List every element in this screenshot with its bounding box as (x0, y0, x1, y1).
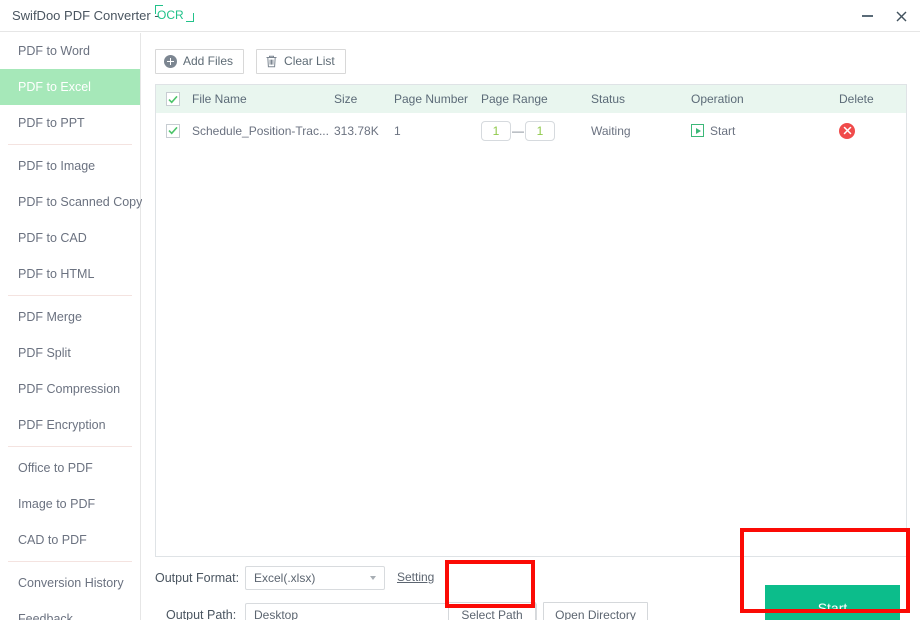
delete-row-button[interactable] (839, 122, 855, 139)
row-checkbox[interactable] (166, 123, 180, 138)
sidebar-item-cad-to-pdf[interactable]: CAD to PDF (0, 522, 140, 558)
header-status: Status (591, 92, 626, 106)
cell-operation: Start (691, 114, 735, 147)
header-file-name: File Name (192, 92, 247, 106)
sidebar-item-pdf-compression[interactable]: PDF Compression (0, 371, 140, 407)
sidebar-item-office-to-pdf[interactable]: Office to PDF (0, 450, 140, 486)
output-format-label: Output Format: (155, 571, 240, 585)
sidebar-item-pdf-to-word[interactable]: PDF to Word (0, 33, 140, 69)
sidebar-item-image-to-pdf[interactable]: Image to PDF (0, 486, 140, 522)
header-size: Size (334, 92, 358, 106)
sidebar-item-feedback[interactable]: Feedback (0, 601, 140, 620)
output-path-label: Output Path: (166, 608, 237, 620)
check-icon (168, 126, 178, 135)
row-start-button[interactable]: Start (691, 124, 735, 138)
file-list-panel: File Name Size Page Number Page Range St… (155, 84, 907, 557)
minimize-button[interactable] (850, 0, 884, 32)
table-header-row: File Name Size Page Number Page Range St… (156, 85, 906, 114)
close-icon (896, 11, 906, 21)
clear-list-button[interactable]: Clear List (256, 48, 346, 74)
header-page-number: Page Number (394, 92, 469, 106)
main-panel: Add Files Clear List File Name Size Page… (142, 33, 920, 620)
file-toolbar: Add Files Clear List (155, 48, 346, 74)
window-title-ocr-badge: OCR (157, 8, 184, 22)
sidebar-item-pdf-merge[interactable]: PDF Merge (0, 299, 140, 335)
cell-file-name: Schedule_Position-Trac... (192, 123, 329, 138)
bracket-right-decoration (186, 13, 194, 22)
trash-icon (266, 55, 277, 68)
cell-status: Waiting (591, 123, 631, 138)
setting-link[interactable]: Setting (397, 570, 434, 584)
add-circle-icon (164, 54, 177, 68)
close-button[interactable] (884, 0, 918, 32)
sidebar-separator (8, 446, 132, 447)
output-format-select[interactable]: Excel(.xlsx) (245, 566, 385, 590)
close-icon (843, 126, 851, 135)
chevron-down-icon (370, 576, 376, 580)
output-format-value: Excel(.xlsx) (254, 571, 316, 585)
select-path-button[interactable]: Select Path (448, 602, 536, 620)
play-icon (691, 124, 704, 137)
sidebar-item-pdf-to-cad[interactable]: PDF to CAD (0, 220, 140, 256)
sidebar-item-pdf-to-html[interactable]: PDF to HTML (0, 256, 140, 292)
row-checkbox-cell (166, 114, 188, 147)
open-directory-button[interactable]: Open Directory (543, 602, 648, 620)
output-path-value: Desktop (254, 608, 299, 620)
start-button[interactable]: Start (765, 585, 900, 620)
select-all-checkbox[interactable] (166, 92, 180, 106)
page-range-from-input[interactable]: 1 (481, 120, 511, 141)
cell-delete (839, 114, 855, 147)
page-range-to-input[interactable]: 1 (525, 120, 555, 141)
select-all-checkbox-cell (166, 85, 188, 113)
cell-page-range: 1—1 (481, 114, 555, 147)
header-operation: Operation (691, 92, 744, 106)
sidebar-separator (8, 295, 132, 296)
sidebar-separator (8, 561, 132, 562)
header-delete: Delete (839, 92, 874, 106)
sidebar: PDF to Word PDF to Excel PDF to PPT PDF to … (0, 33, 142, 620)
sidebar-separator (8, 144, 132, 145)
app-window: SwifDoo PDF Converter - OCR PDF to Word P… (0, 0, 920, 620)
sidebar-item-pdf-encryption[interactable]: PDF Encryption (0, 407, 140, 443)
cell-size: 313.78K (334, 123, 379, 138)
sidebar-item-pdf-to-scanned-copy[interactable]: PDF to Scanned Copy (0, 184, 142, 220)
sidebar-item-pdf-to-ppt[interactable]: PDF to PPT (0, 105, 140, 141)
sidebar-item-pdf-to-image[interactable]: PDF to Image (0, 148, 140, 184)
title-bar: SwifDoo PDF Converter - OCR (0, 0, 920, 32)
page-range-dash: — (512, 123, 524, 138)
clear-list-label: Clear List (284, 54, 335, 68)
sidebar-item-conversion-history[interactable]: Conversion History (0, 565, 140, 601)
add-files-label: Add Files (183, 54, 234, 68)
row-start-label: Start (710, 123, 736, 138)
table-row[interactable]: Schedule_Position-Trac... 313.78K 1 1—1 Wait… (156, 114, 906, 147)
window-title: SwifDoo PDF Converter - (12, 8, 159, 23)
header-page-range: Page Range (481, 92, 548, 106)
cell-page-number: 1 (394, 123, 401, 138)
sidebar-item-pdf-split[interactable]: PDF Split (0, 335, 140, 371)
minimize-icon (861, 15, 873, 17)
add-files-button[interactable]: Add Files (155, 48, 245, 74)
check-icon (168, 95, 178, 103)
output-settings-bar: Output Format: Excel(.xlsx) Setting Outp… (142, 563, 920, 620)
sidebar-item-pdf-to-excel[interactable]: PDF to Excel (0, 69, 140, 105)
